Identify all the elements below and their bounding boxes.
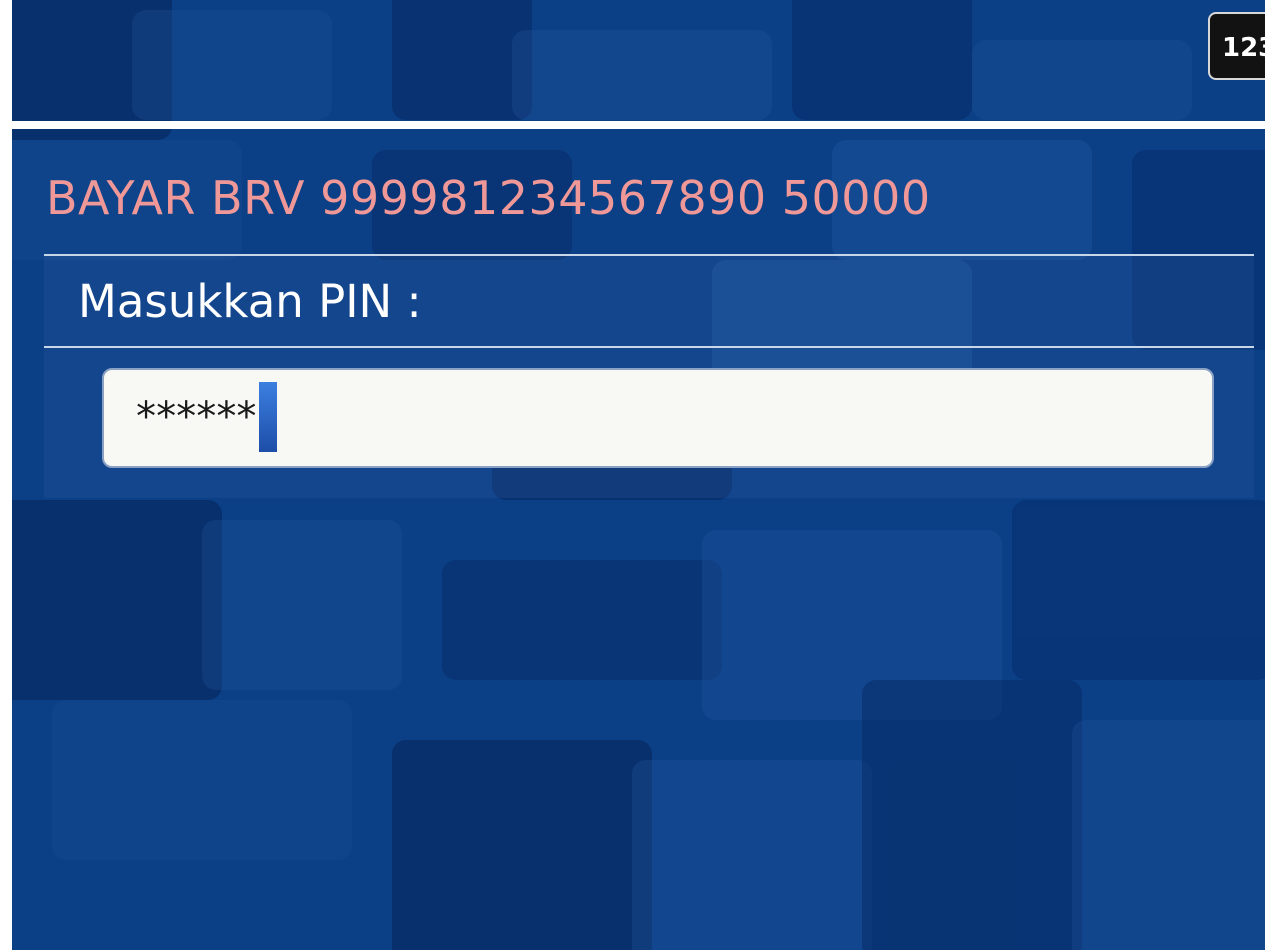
background-tile <box>1012 500 1265 680</box>
app-screen: 123 BAYAR BRV 9999812345678​90 50000 Mas… <box>12 0 1265 950</box>
background-tile <box>632 760 872 950</box>
background-tile <box>52 700 352 860</box>
background-tile <box>392 740 652 950</box>
panel-label-divider <box>44 346 1254 348</box>
status-bar: 123 <box>12 0 1265 122</box>
background-tile <box>862 680 1082 950</box>
background-tile <box>12 500 222 700</box>
panel-top-divider <box>44 254 1254 256</box>
input-mode-indicator: 123 <box>1208 12 1265 80</box>
pin-masked-value: ****** <box>134 382 277 452</box>
text-cursor <box>258 382 277 452</box>
background-tile <box>202 520 402 690</box>
transaction-title: BAYAR BRV 9999812345678​90 50000 <box>46 171 931 225</box>
background-tile <box>442 560 722 680</box>
pin-input[interactable]: ****** <box>102 368 1214 468</box>
background-tile <box>1072 720 1265 950</box>
pin-masked-text: ****** <box>134 394 258 440</box>
pin-label: Masukkan PIN : <box>78 275 422 328</box>
header-divider <box>12 121 1265 129</box>
